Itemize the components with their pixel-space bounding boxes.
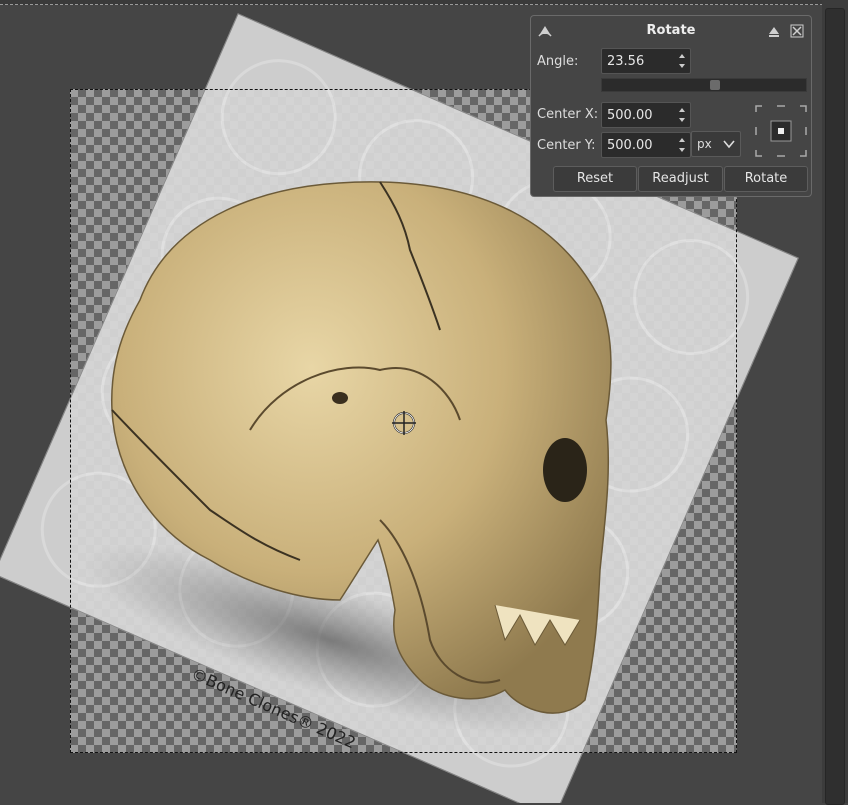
reset-button[interactable]: Reset (553, 166, 637, 192)
pivot-selector[interactable] (754, 104, 808, 158)
scrollbar-thumb[interactable] (825, 8, 845, 805)
angle-spinbutton[interactable]: 23.56 (601, 48, 691, 74)
detach-icon[interactable] (767, 24, 781, 38)
pivot-crosshair-icon[interactable] (390, 409, 418, 437)
center-x-spinbutton[interactable]: 500.00 (601, 102, 691, 128)
center-x-label: Center X: (537, 107, 599, 122)
dialog-titlebar[interactable]: Rotate (531, 16, 811, 46)
readjust-button[interactable]: Readjust (638, 166, 723, 192)
chevron-down-icon (723, 140, 735, 149)
angle-slider[interactable] (601, 78, 807, 92)
dialog-button-row: Reset Readjust Rotate (553, 166, 808, 192)
rotate-dialog: Rotate Angle: 23.56 Center X: 500.00 Cen… (530, 15, 812, 197)
center-y-spinbutton[interactable]: 500.00 (601, 132, 691, 158)
rotate-button[interactable]: Rotate (724, 166, 808, 192)
center-y-value[interactable]: 500.00 (607, 138, 653, 153)
spin-arrows-icon[interactable] (674, 133, 690, 157)
angle-value[interactable]: 23.56 (607, 54, 644, 69)
unit-value: px (697, 137, 712, 151)
spin-arrows-icon[interactable] (674, 103, 690, 127)
unit-selector[interactable]: px (691, 131, 741, 157)
vertical-scrollbar[interactable] (822, 0, 848, 805)
spin-arrows-icon[interactable] (674, 49, 690, 73)
center-y-label: Center Y: (537, 138, 596, 153)
center-x-value[interactable]: 500.00 (607, 108, 653, 123)
angle-slider-thumb[interactable] (710, 80, 720, 90)
angle-label: Angle: (537, 54, 579, 69)
close-icon[interactable] (790, 24, 804, 38)
